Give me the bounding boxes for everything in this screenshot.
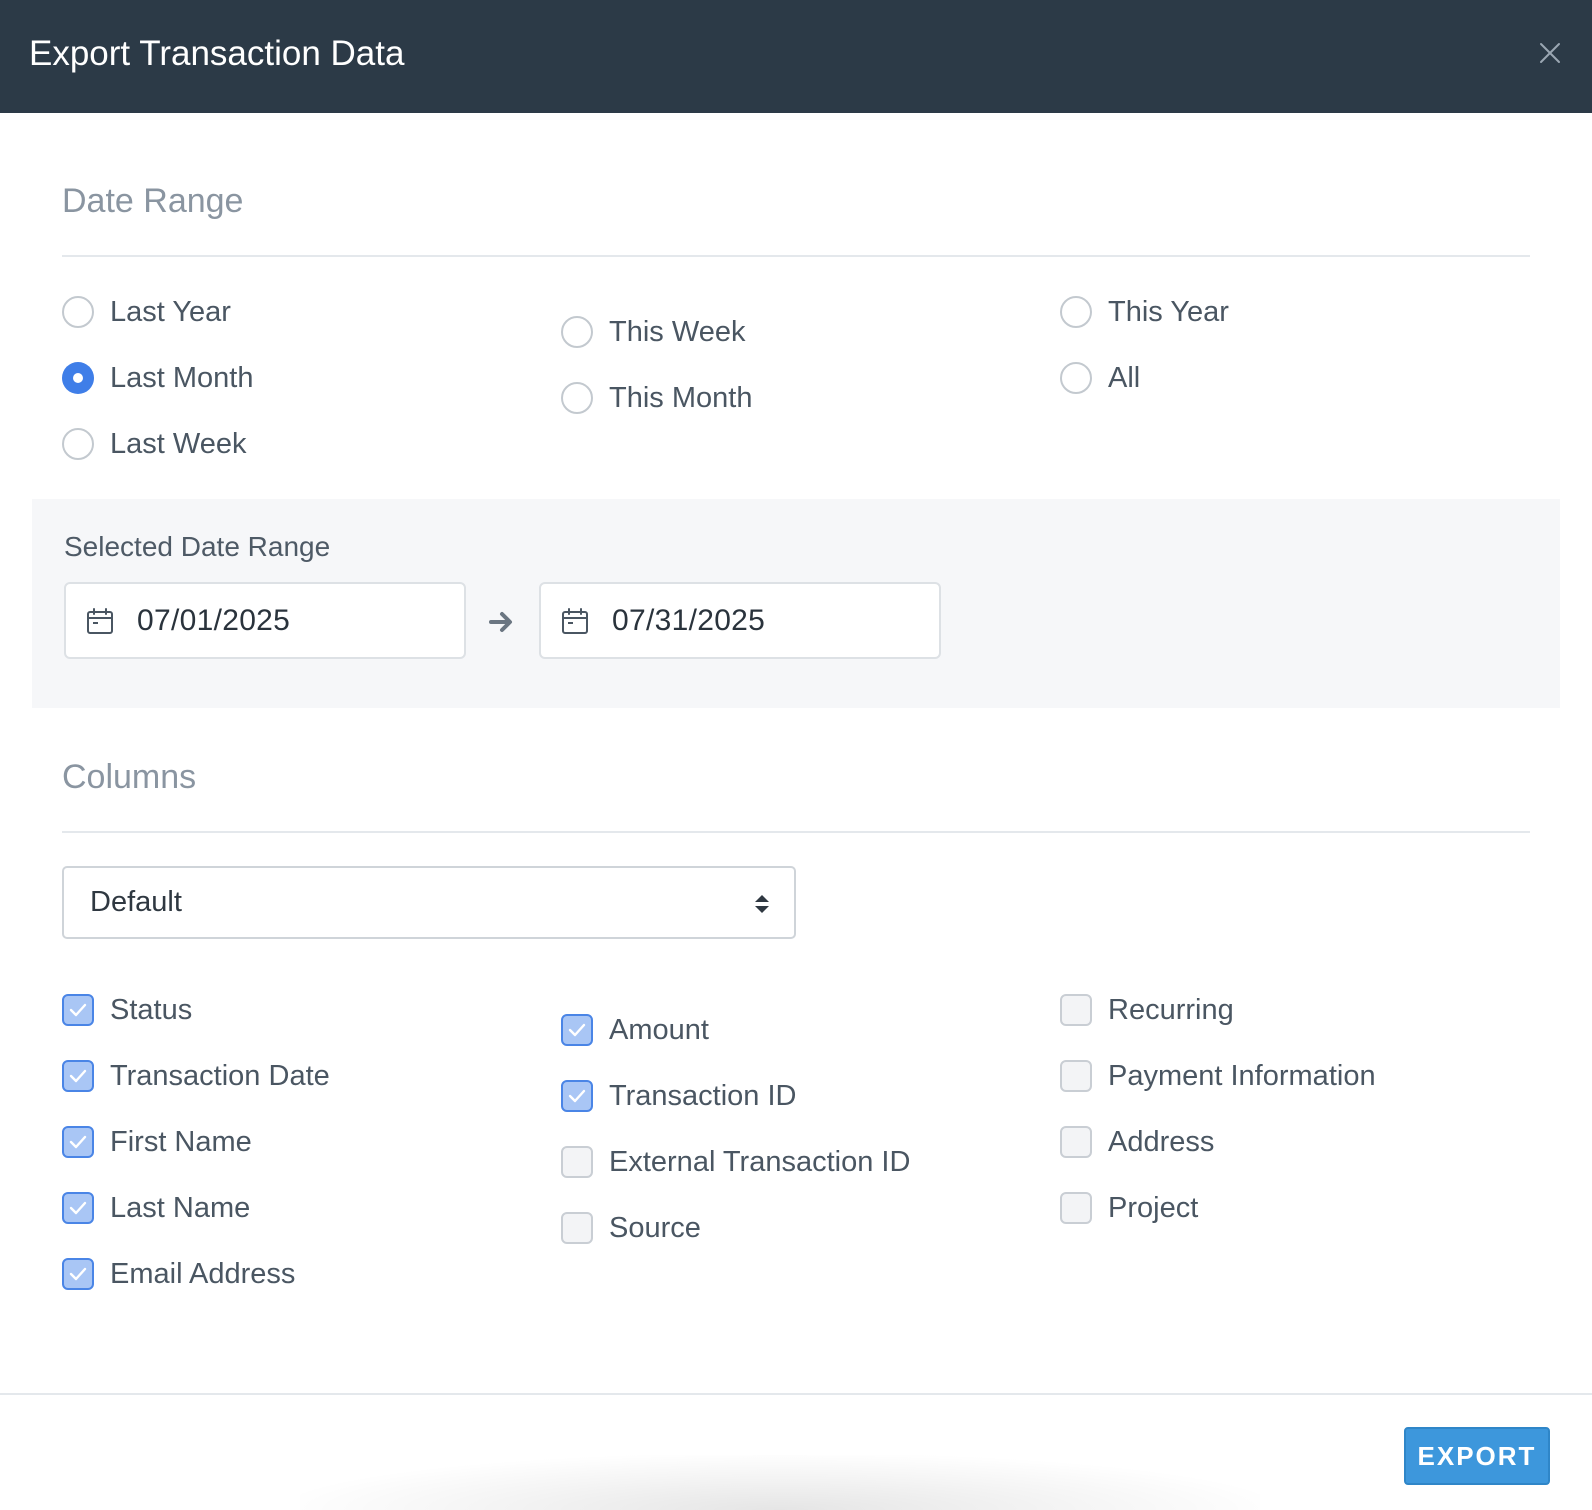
checkbox-label: Transaction ID (609, 1079, 797, 1112)
checkbox-label: Project (1108, 1191, 1199, 1224)
check-icon (69, 1069, 87, 1083)
radio-button[interactable] (1060, 362, 1092, 394)
checkbox-unchecked[interactable] (1060, 1060, 1092, 1092)
radio-label: This Week (609, 315, 746, 348)
radio-button[interactable] (1060, 296, 1092, 328)
checkbox-unchecked[interactable] (1060, 1126, 1092, 1158)
check-icon (568, 1023, 586, 1037)
radio-button[interactable] (62, 296, 94, 328)
radio-label: This Month (609, 381, 753, 414)
checkbox-label: Last Name (110, 1191, 251, 1224)
export-button[interactable]: EXPORT (1404, 1427, 1550, 1485)
end-date-value: 07/31/2025 (612, 603, 766, 637)
dialog-header: Export Transaction Data (0, 0, 1592, 113)
check-icon (69, 1267, 87, 1281)
radio-label: Last Week (110, 427, 247, 460)
radio-label: All (1108, 361, 1141, 394)
date-range-divider (62, 255, 1530, 257)
checkbox-label: Payment Information (1108, 1059, 1376, 1092)
checkbox-label: Amount (609, 1013, 709, 1046)
radio-this-year[interactable]: This Year (1060, 292, 1229, 332)
checkbox-payment-information[interactable]: Payment Information (1060, 1056, 1376, 1096)
calendar-icon (85, 606, 115, 636)
checkbox-checked[interactable] (561, 1014, 593, 1046)
checkbox-label: Transaction Date (110, 1059, 330, 1092)
radio-all[interactable]: All (1060, 358, 1140, 398)
checkbox-source[interactable]: Source (561, 1208, 701, 1248)
checkbox-project[interactable]: Project (1060, 1188, 1198, 1228)
radio-button[interactable] (62, 428, 94, 460)
date-range-heading: Date Range (62, 182, 244, 220)
radio-this-week[interactable]: This Week (561, 312, 745, 352)
checkbox-label: Recurring (1108, 993, 1234, 1026)
checkbox-address[interactable]: Address (1060, 1122, 1214, 1162)
check-icon (69, 1003, 87, 1017)
radio-this-month[interactable]: This Month (561, 378, 752, 418)
checkbox-label: Source (609, 1211, 701, 1244)
radio-button-selected[interactable] (62, 362, 94, 394)
checkbox-label: Email Address (110, 1257, 296, 1290)
selected-date-range-label: Selected Date Range (64, 531, 331, 562)
checkbox-checked[interactable] (62, 1258, 94, 1290)
checkbox-transaction-id[interactable]: Transaction ID (561, 1076, 797, 1116)
checkbox-first-name[interactable]: First Name (62, 1122, 252, 1162)
radio-label: Last Month (110, 361, 254, 394)
checkbox-unchecked[interactable] (561, 1146, 593, 1178)
columns-heading: Columns (62, 758, 197, 796)
checkbox-checked[interactable] (62, 1060, 94, 1092)
sort-caret-icon (752, 892, 772, 916)
checkbox-unchecked[interactable] (1060, 994, 1092, 1026)
columns-divider (62, 831, 1530, 833)
checkbox-amount[interactable]: Amount (561, 1010, 709, 1050)
checkbox-checked[interactable] (62, 1126, 94, 1158)
checkbox-label: First Name (110, 1125, 252, 1158)
radio-last-week[interactable]: Last Week (62, 424, 246, 464)
radio-button[interactable] (561, 382, 593, 414)
radio-last-month[interactable]: Last Month (62, 358, 253, 398)
export-dialog: Export Transaction Data Date Range Last … (0, 0, 1592, 1510)
checkbox-last-name[interactable]: Last Name (62, 1188, 250, 1228)
columns-preset-select[interactable]: Default (62, 866, 796, 939)
footer-shadow (300, 1455, 1260, 1510)
check-icon (69, 1201, 87, 1215)
start-date-input[interactable]: 07/01/2025 (64, 582, 466, 659)
checkbox-checked[interactable] (62, 994, 94, 1026)
checkbox-unchecked[interactable] (561, 1212, 593, 1244)
checkbox-transaction-date[interactable]: Transaction Date (62, 1056, 330, 1096)
checkbox-email-address[interactable]: Email Address (62, 1254, 295, 1294)
checkbox-unchecked[interactable] (1060, 1192, 1092, 1224)
start-date-value: 07/01/2025 (137, 603, 291, 637)
radio-last-year[interactable]: Last Year (62, 292, 231, 332)
checkbox-external-transaction-id[interactable]: External Transaction ID (561, 1142, 910, 1182)
checkbox-checked[interactable] (561, 1080, 593, 1112)
checkbox-label: Status (110, 993, 193, 1026)
radio-label: Last Year (110, 295, 231, 328)
check-icon (69, 1135, 87, 1149)
radio-button[interactable] (561, 316, 593, 348)
selected-date-range-panel: Selected Date Range 07/01/2025 07/31/202… (32, 499, 1560, 708)
radio-label: This Year (1108, 295, 1229, 328)
checkbox-label: Address (1108, 1125, 1215, 1158)
arrow-right-icon (487, 607, 517, 637)
dialog-title: Export Transaction Data (29, 34, 405, 73)
select-value: Default (90, 886, 182, 918)
close-icon[interactable] (1537, 40, 1563, 66)
checkbox-recurring[interactable]: Recurring (1060, 990, 1234, 1030)
checkbox-label: External Transaction ID (609, 1145, 911, 1178)
checkbox-checked[interactable] (62, 1192, 94, 1224)
end-date-input[interactable]: 07/31/2025 (539, 582, 941, 659)
footer-divider (0, 1393, 1592, 1395)
check-icon (568, 1089, 586, 1103)
calendar-icon (560, 606, 590, 636)
checkbox-status[interactable]: Status (62, 990, 192, 1030)
